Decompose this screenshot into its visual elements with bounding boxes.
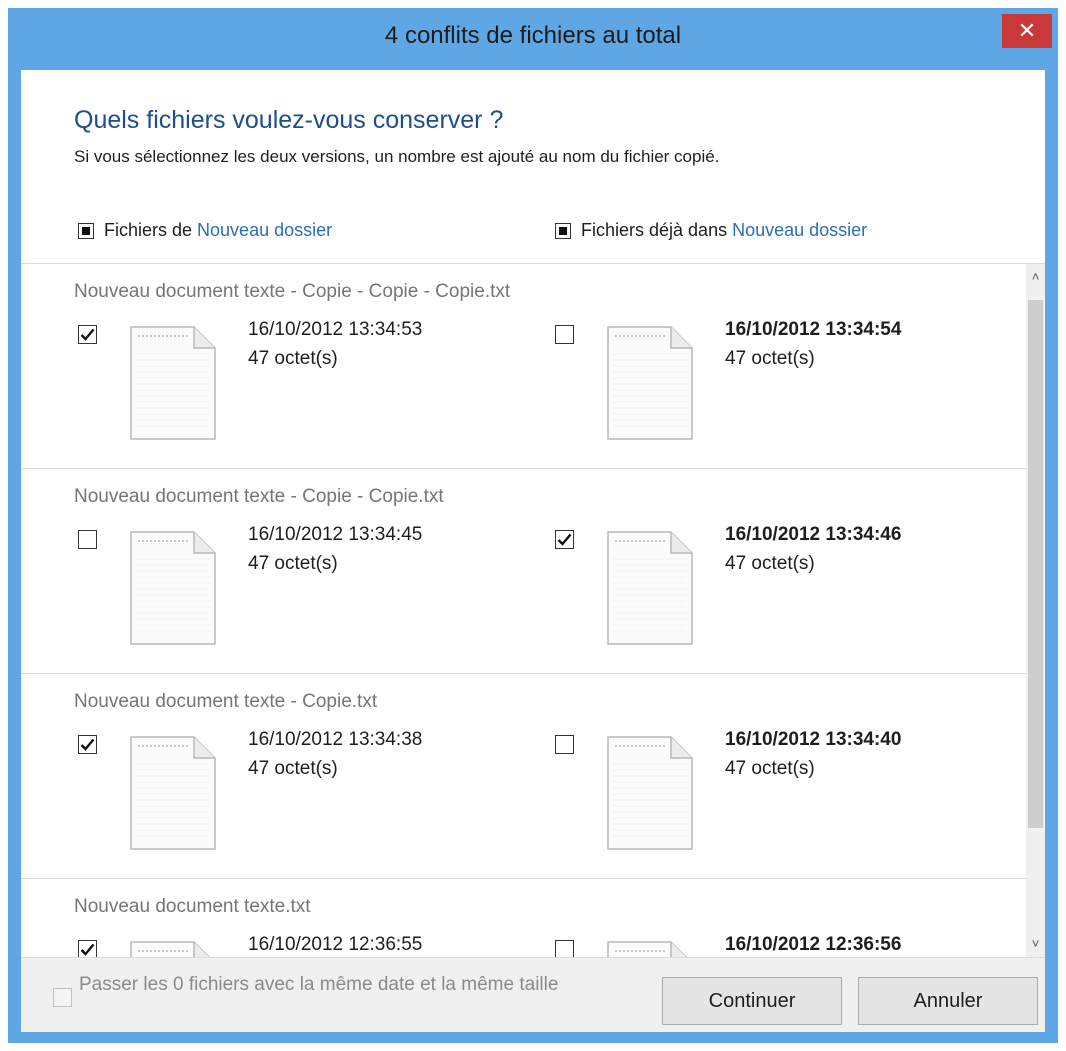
destination-modified-date: 16/10/2012 13:34:46 xyxy=(725,524,902,545)
select-all-source-label: Fichiers de xyxy=(104,220,193,240)
close-button[interactable]: ✕ xyxy=(1002,14,1052,48)
text-file-icon[interactable] xyxy=(607,531,693,645)
source-modified-date: 16/10/2012 13:34:45 xyxy=(248,524,423,545)
text-file-icon[interactable] xyxy=(130,326,216,440)
destination-version-checkbox[interactable] xyxy=(555,940,574,957)
continue-button[interactable]: Continuer xyxy=(662,977,842,1025)
conflict-list: Nouveau document texte - Copie - Copie -… xyxy=(21,264,1026,957)
skip-identical-checkbox[interactable] xyxy=(53,988,72,1007)
source-file-size: 47 octet(s) xyxy=(248,758,338,779)
source-modified-date: 16/10/2012 12:36:55 xyxy=(248,934,423,955)
text-file-icon[interactable] xyxy=(607,941,693,957)
source-modified-date: 16/10/2012 13:34:38 xyxy=(248,729,423,750)
dialog-subtext: Si vous sélectionnez les deux versions, … xyxy=(74,147,720,166)
destination-version-checkbox[interactable] xyxy=(555,325,574,344)
select-all-destination-label: Fichiers déjà dans xyxy=(581,220,728,240)
destination-modified-date: 16/10/2012 13:34:54 xyxy=(725,319,902,340)
source-file-size: 47 octet(s) xyxy=(248,348,338,369)
destination-file-size: 47 octet(s) xyxy=(725,348,815,369)
select-all-destination-checkbox[interactable] xyxy=(555,222,571,239)
conflict-group: Nouveau document texte - Copie - Copie -… xyxy=(21,264,1026,469)
source-folder-link[interactable]: Nouveau dossier xyxy=(197,220,332,241)
conflict-file-name: Nouveau document texte - Copie - Copie -… xyxy=(74,281,511,302)
destination-file-size: 47 octet(s) xyxy=(725,758,815,779)
conflict-group: Nouveau document texte - Copie.txt 16/10/… xyxy=(21,674,1026,879)
select-all-source-checkbox[interactable] xyxy=(78,222,94,239)
destination-modified-date: 16/10/2012 12:36:56 xyxy=(725,934,902,955)
conflict-dialog: 4 conflits de fichiers au total ✕ Quels … xyxy=(8,8,1058,1043)
title-bar: 4 conflits de fichiers au total ✕ xyxy=(8,8,1058,70)
destination-file-size: 47 octet(s) xyxy=(725,553,815,574)
cancel-button[interactable]: Annuler xyxy=(858,977,1038,1025)
text-file-icon[interactable] xyxy=(130,736,216,850)
source-version-checkbox[interactable] xyxy=(78,325,97,344)
destination-version-checkbox[interactable] xyxy=(555,530,574,549)
conflict-file-name: Nouveau document texte - Copie.txt xyxy=(74,691,378,712)
scroll-down-icon[interactable]: ˅ xyxy=(1026,931,1045,957)
close-icon: ✕ xyxy=(1017,18,1037,43)
source-file-size: 47 octet(s) xyxy=(248,553,338,574)
select-all-destination[interactable]: Fichiers déjà dans Nouveau dossier xyxy=(555,220,867,241)
conflict-group: Nouveau document texte - Copie - Copie.t… xyxy=(21,469,1026,674)
skip-identical-label: Passer les 0 fichiers avec la même date … xyxy=(79,974,559,995)
conflict-file-name: Nouveau document texte - Copie - Copie.t… xyxy=(74,486,444,507)
conflict-file-name: Nouveau document texte.txt xyxy=(74,896,311,917)
dialog-heading: Quels fichiers voulez-vous conserver ? xyxy=(74,106,504,134)
text-file-icon[interactable] xyxy=(607,326,693,440)
text-file-icon[interactable] xyxy=(130,941,216,957)
source-version-checkbox[interactable] xyxy=(78,940,97,957)
window-title: 4 conflits de fichiers au total xyxy=(384,22,682,49)
source-version-checkbox[interactable] xyxy=(78,735,97,754)
scrollbar[interactable]: ˄ ˅ xyxy=(1026,264,1045,957)
conflict-group: Nouveau document texte.txt 16/10/2012 12:… xyxy=(21,879,1026,957)
scroll-up-icon[interactable]: ˄ xyxy=(1026,264,1045,290)
destination-version-checkbox[interactable] xyxy=(555,735,574,754)
source-modified-date: 16/10/2012 13:34:53 xyxy=(248,319,423,340)
text-file-icon[interactable] xyxy=(130,531,216,645)
select-all-source[interactable]: Fichiers de Nouveau dossier xyxy=(78,220,332,241)
destination-modified-date: 16/10/2012 13:34:40 xyxy=(725,729,902,750)
text-file-icon[interactable] xyxy=(607,736,693,850)
source-version-checkbox[interactable] xyxy=(78,530,97,549)
dialog-content: Quels fichiers voulez-vous conserver ? S… xyxy=(21,70,1045,1032)
dialog-footer: Passer les 0 fichiers avec la même date … xyxy=(21,957,1045,1032)
scrollbar-thumb[interactable] xyxy=(1028,300,1043,828)
destination-folder-link[interactable]: Nouveau dossier xyxy=(732,220,867,241)
